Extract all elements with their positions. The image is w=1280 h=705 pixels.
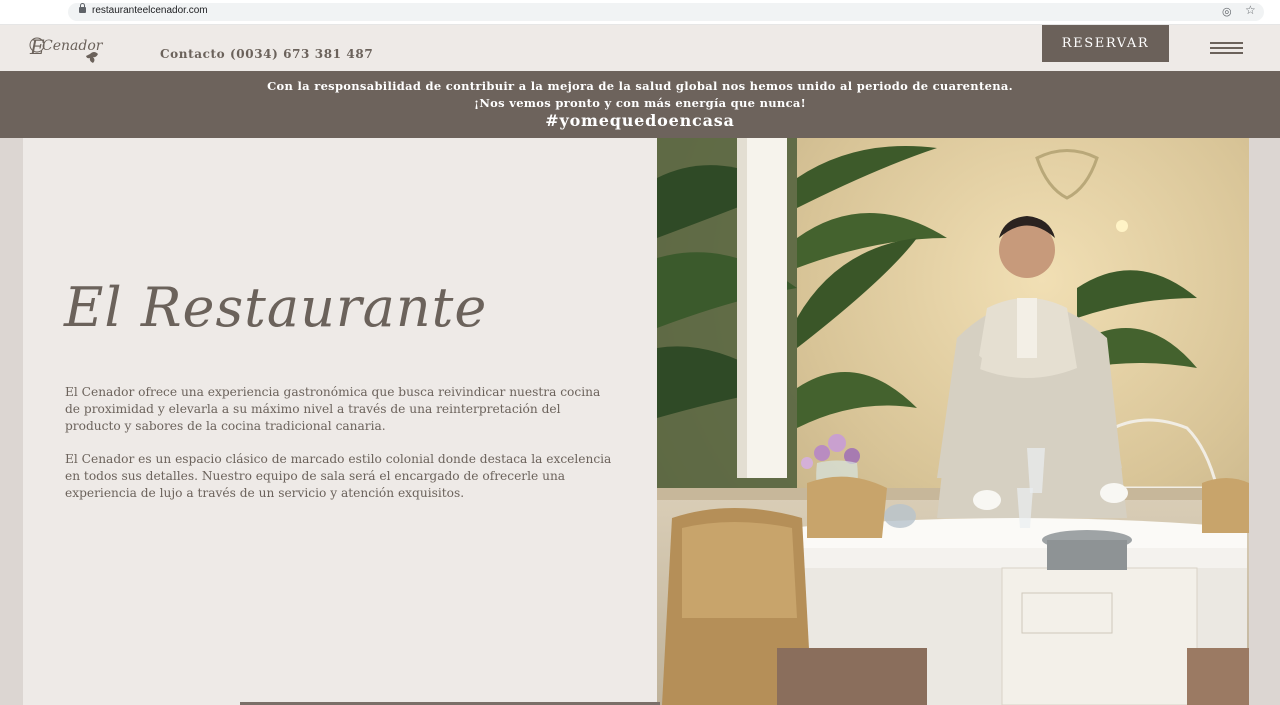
lock-icon[interactable]	[79, 3, 86, 13]
banner-text-line1: Con la responsabilidad de contribuir a l…	[267, 79, 1013, 93]
url-field[interactable]	[68, 3, 1264, 21]
eye-off-icon[interactable]: ◎	[1222, 5, 1232, 18]
logo[interactable]: E Cenador	[28, 32, 108, 64]
browser-address-bar: restauranteelcenador.com ◎ ☆	[0, 0, 1280, 25]
intro-paragraph: El Cenador ofrece una experiencia gastro…	[65, 385, 601, 433]
right-margin	[1249, 138, 1280, 705]
hamburger-menu-icon[interactable]	[1210, 42, 1243, 56]
quarantine-banner: Con la responsabilidad de contribuir a l…	[0, 71, 1280, 138]
contact-phone[interactable]: Contacto (0034) 673 381 487	[160, 47, 373, 61]
svg-text:Cenador: Cenador	[42, 38, 104, 54]
restaurant-photo	[657, 138, 1249, 705]
page-title: El Restaurante	[64, 276, 488, 339]
banner-hashtag: #yomequedoencasa	[545, 111, 735, 130]
description-paragraph: El Cenador es un espacio clásico de marc…	[65, 452, 612, 500]
star-icon[interactable]: ☆	[1245, 3, 1256, 17]
banner-text-line2: ¡Nos vemos pronto y con más energía que …	[474, 96, 806, 110]
url-text[interactable]: restauranteelcenador.com	[92, 5, 208, 16]
reserve-button[interactable]: RESERVAR	[1042, 25, 1169, 62]
left-margin	[0, 138, 23, 705]
site-header: E Cenador Contacto (0034) 673 381 487 RE…	[0, 25, 1280, 71]
